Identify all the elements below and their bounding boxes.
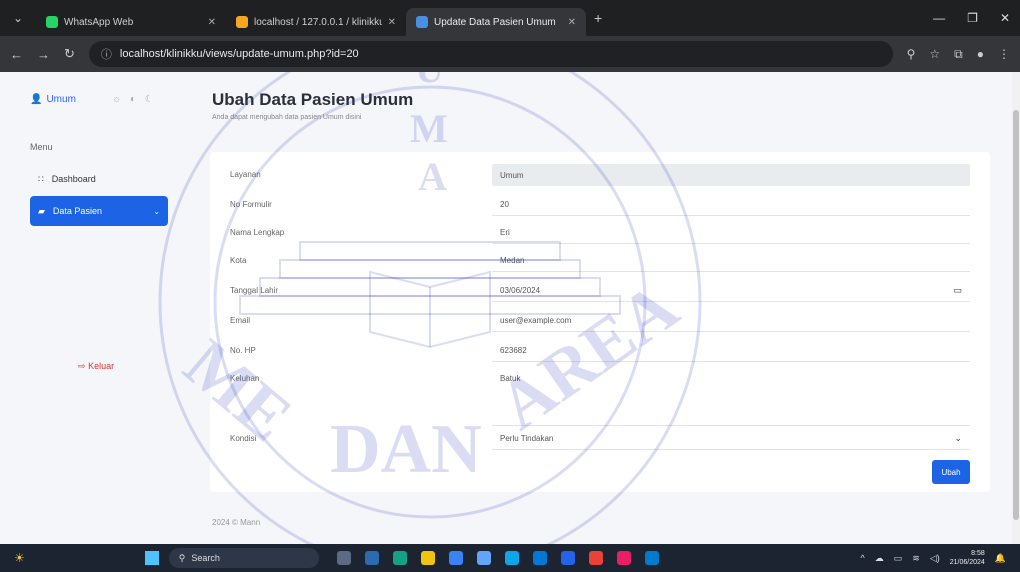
sidebar-item-data-pasien[interactable]: ▰ Data Pasien ⌄ bbox=[30, 196, 168, 226]
web-page: 👤 Umum ☼ ◐ ☾ Menu ∷ Dashboard ▰ Data Pas… bbox=[0, 72, 1020, 544]
notification-bell-icon[interactable]: 🔔 bbox=[995, 553, 1006, 564]
outlook-icon[interactable] bbox=[532, 551, 547, 565]
kota-input[interactable]: Medan bbox=[492, 250, 970, 272]
zoom-icon[interactable]: ⚲ bbox=[907, 47, 916, 62]
weather-icon[interactable]: ☀ bbox=[14, 551, 25, 565]
maximize-icon[interactable]: ❐ bbox=[967, 11, 978, 25]
chevron-up-icon[interactable]: ^ bbox=[861, 553, 865, 563]
taskbar-search[interactable]: ⚲ Search bbox=[168, 548, 319, 568]
layanan-input: Umum bbox=[492, 164, 970, 186]
edge-icon[interactable] bbox=[392, 551, 407, 565]
site-info-icon[interactable]: ⓘ bbox=[101, 46, 112, 62]
grid-icon: ∷ bbox=[38, 173, 44, 184]
new-tab-button[interactable]: + bbox=[594, 10, 602, 26]
word-icon[interactable] bbox=[560, 551, 575, 565]
forward-icon[interactable]: → bbox=[37, 47, 50, 62]
user-icon: 👤 bbox=[30, 94, 43, 105]
sidebar: 👤 Umum ☼ ◐ ☾ Menu ∷ Dashboard ▰ Data Pas… bbox=[0, 72, 188, 544]
no-hp-input[interactable]: 623682 bbox=[492, 340, 970, 362]
page-footer: 2024 © Mann bbox=[212, 518, 261, 527]
folder-icon: ▰ bbox=[38, 205, 45, 216]
main-content: Ubah Data Pasien Umum Anda dapat menguba… bbox=[210, 72, 1010, 544]
calendar-icon[interactable]: ▭ bbox=[953, 285, 962, 296]
battery-icon[interactable]: ▭ bbox=[894, 553, 903, 564]
close-icon[interactable]: ✕ bbox=[388, 17, 396, 28]
store-icon[interactable] bbox=[504, 551, 519, 565]
keluhan-textarea[interactable]: Batuk bbox=[492, 368, 970, 426]
browser-tab-strip: ⌄ WhatsApp Web ✕ localhost / 127.0.0.1 /… bbox=[0, 0, 1020, 36]
sidebar-item-dashboard[interactable]: ∷ Dashboard bbox=[30, 164, 168, 194]
page-favicon-icon bbox=[416, 16, 428, 28]
chevron-down-icon: ⌄ bbox=[954, 433, 962, 443]
scrollbar-thumb[interactable] bbox=[1013, 110, 1019, 520]
whatsapp-icon bbox=[46, 16, 58, 28]
profile-icon[interactable]: ● bbox=[977, 47, 984, 62]
file-explorer-icon[interactable] bbox=[420, 551, 435, 565]
extensions-icon[interactable]: ⧉ bbox=[954, 47, 963, 62]
cloud-icon[interactable]: ☁ bbox=[875, 553, 884, 564]
close-icon[interactable]: ✕ bbox=[208, 17, 216, 28]
tab-search-button[interactable]: ⌄ bbox=[0, 0, 36, 36]
vscode-icon[interactable] bbox=[644, 551, 659, 565]
widgets-icon[interactable] bbox=[364, 551, 379, 565]
close-icon[interactable]: ✕ bbox=[568, 17, 576, 28]
phpmyadmin-icon bbox=[236, 16, 248, 28]
minimize-icon[interactable]: — bbox=[933, 11, 945, 25]
wifi-icon[interactable]: ≋ bbox=[912, 553, 920, 564]
theme-toggle[interactable]: ☼ ◐ ☾ bbox=[112, 94, 157, 105]
bookmark-star-icon[interactable]: ☆ bbox=[929, 47, 940, 62]
email-input[interactable]: user@example.com bbox=[492, 310, 970, 332]
app-icon[interactable] bbox=[616, 551, 631, 565]
tab-whatsapp[interactable]: WhatsApp Web ✕ bbox=[36, 8, 226, 36]
reload-icon[interactable]: ↻ bbox=[64, 46, 75, 62]
windows-start-icon[interactable] bbox=[144, 551, 159, 565]
form-card: Layanan Umum No Formulir 20 Nama Lengkap… bbox=[210, 152, 990, 492]
search-icon: ⚲ bbox=[178, 552, 186, 563]
taskbar-clock[interactable]: 8:58 21/06/2024 bbox=[950, 549, 985, 567]
address-bar[interactable]: ⓘ localhost/klinikku/views/update-umum.p… bbox=[88, 41, 893, 67]
kondisi-select[interactable]: Perlu Tindakan ⌄ bbox=[492, 428, 970, 450]
page-scrollbar[interactable] bbox=[1012, 72, 1020, 544]
no-formulir-input[interactable]: 20 bbox=[492, 194, 970, 216]
browser-toolbar: ← → ↻ ⓘ localhost/klinikku/views/update-… bbox=[0, 36, 1020, 72]
menu-icon[interactable]: ⋮ bbox=[998, 47, 1010, 62]
logout-link[interactable]: ⇨ Keluar bbox=[78, 361, 114, 372]
chrome-icon[interactable] bbox=[588, 551, 603, 565]
tanggal-lahir-input[interactable]: 03/06/2024 ▭ bbox=[492, 280, 970, 302]
task-view-icon[interactable] bbox=[336, 551, 351, 565]
menu-label: Menu bbox=[30, 142, 53, 152]
logout-icon: ⇨ bbox=[78, 361, 86, 371]
sidebar-brand[interactable]: 👤 Umum bbox=[30, 94, 76, 105]
back-icon[interactable]: ← bbox=[10, 47, 23, 62]
photos-icon[interactable] bbox=[476, 551, 491, 565]
page-title: Ubah Data Pasien Umum bbox=[212, 90, 414, 109]
chevron-down-icon: ⌄ bbox=[153, 206, 160, 216]
volume-icon[interactable]: ◁) bbox=[930, 553, 940, 564]
ubah-button[interactable]: Ubah bbox=[932, 460, 970, 484]
linkedin-icon[interactable] bbox=[448, 551, 463, 565]
windows-taskbar: ☀ ⚲ Search ^ ☁ ▭ ≋ ◁) 8:58 21/06/2024 🔔 bbox=[0, 544, 1020, 572]
close-window-icon[interactable]: ✕ bbox=[1000, 11, 1010, 25]
tab-update-pasien[interactable]: Update Data Pasien Umum ✕ bbox=[406, 8, 586, 36]
tab-phpmyadmin[interactable]: localhost / 127.0.0.1 / klinikku ✕ bbox=[226, 8, 406, 36]
page-subtitle: Anda dapat mengubah data pasien Umum dis… bbox=[212, 114, 362, 121]
nama-input[interactable]: Eri bbox=[492, 222, 970, 244]
